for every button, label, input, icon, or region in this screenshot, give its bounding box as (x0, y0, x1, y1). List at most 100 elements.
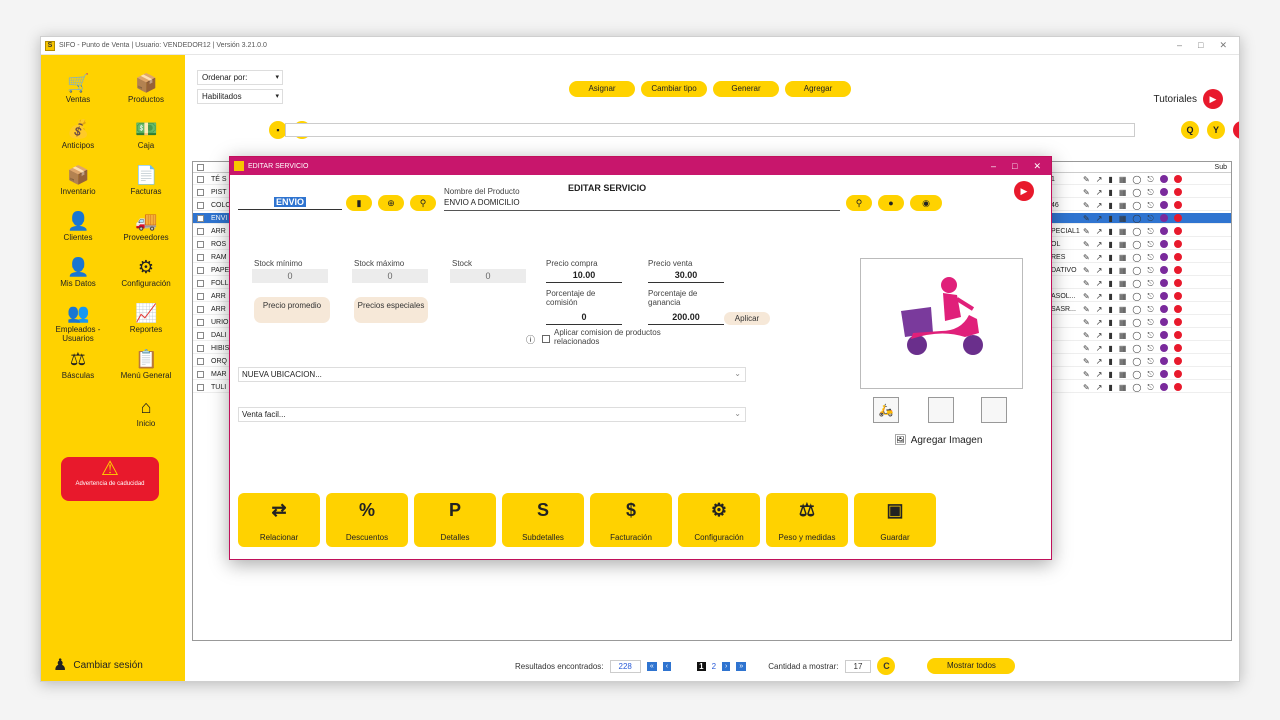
zoom-icon[interactable]: ⚲ (410, 195, 436, 211)
row-checkbox[interactable] (197, 202, 204, 209)
first-page-button[interactable]: « (646, 661, 657, 671)
sidebar-item-proveedores[interactable]: 🚚 Proveedores (113, 207, 179, 251)
row-checkbox[interactable] (197, 345, 204, 352)
sidebar-item-inventario[interactable]: 📦 Inventario (45, 161, 111, 205)
sidebar-item-configuracion[interactable]: ⚙ Configuración (113, 253, 179, 297)
status-icon[interactable] (1173, 344, 1182, 352)
image-thumbnail-2[interactable] (928, 397, 954, 423)
change-type-button[interactable]: Cambiar tipo (641, 81, 707, 97)
row-checkbox[interactable] (197, 384, 204, 391)
details-icon[interactable] (1159, 214, 1168, 222)
quantity-input[interactable]: 17 (844, 659, 872, 673)
details-icon[interactable] (1159, 344, 1168, 352)
sell-price-input[interactable]: 30.00 (648, 270, 724, 283)
details-icon[interactable] (1159, 188, 1168, 196)
last-page-button[interactable]: » (736, 661, 747, 671)
status-icon[interactable] (1173, 227, 1182, 235)
row-checkbox[interactable] (197, 228, 204, 235)
status-icon[interactable] (1173, 292, 1182, 300)
details-icon[interactable] (1159, 305, 1168, 313)
buy-price-input[interactable]: 10.00 (546, 270, 622, 283)
barcode-icon[interactable]: ▮ (346, 195, 372, 211)
page-2[interactable]: 2 (712, 662, 716, 671)
next-page-button[interactable]: › (722, 661, 731, 671)
details-icon[interactable] (1159, 383, 1168, 391)
sidebar-item-facturas[interactable]: 📄 Facturas (113, 161, 179, 205)
search-icon[interactable]: Q (1181, 121, 1199, 139)
add-button[interactable]: Agregar (785, 81, 851, 97)
guardar-button[interactable]: ▣ Guardar (854, 493, 936, 547)
filter-icon[interactable]: Y (1207, 121, 1225, 139)
minimize-icon[interactable]: – (1177, 40, 1182, 51)
row-checkbox[interactable] (197, 371, 204, 378)
status-icon[interactable] (1173, 175, 1182, 183)
row-actions[interactable]: ✎ ↗ ▮ ▦ ◯ ⎋ (1083, 213, 1182, 224)
row-checkbox[interactable] (197, 332, 204, 339)
expiry-warning-button[interactable]: ⚠ Advertencia de caducidad (61, 457, 159, 501)
row-actions[interactable]: ✎ ↗ ▮ ▦ ◯ ⎋ (1083, 369, 1182, 380)
facturaci-n-button[interactable]: $ Facturación (590, 493, 672, 547)
row-actions[interactable]: ✎ ↗ ▮ ▦ ◯ ⎋ (1083, 317, 1182, 328)
status-icon[interactable] (1173, 214, 1182, 222)
row-actions[interactable]: ✎ ↗ ▮ ▦ ◯ ⎋ (1083, 278, 1182, 289)
stock-max-input[interactable]: 0 (352, 269, 428, 283)
status-icon[interactable] (1173, 370, 1182, 378)
row-actions[interactable]: ✎ ↗ ▮ ▦ ◯ ⎋ (1083, 174, 1182, 185)
tutorials-link[interactable]: Tutoriales ▶ (1153, 89, 1223, 109)
row-checkbox[interactable] (197, 319, 204, 326)
status-icon[interactable] (1173, 188, 1182, 196)
row-actions[interactable]: ✎ ↗ ▮ ▦ ◯ ⎋ (1083, 226, 1182, 237)
status-icon[interactable] (1173, 201, 1182, 209)
product-name-input[interactable]: ENVIO A DOMICILIO (444, 198, 840, 211)
row-checkbox[interactable] (197, 306, 204, 313)
close-icon[interactable]: ✕ (1219, 40, 1227, 51)
row-actions[interactable]: ✎ ↗ ▮ ▦ ◯ ⎋ (1083, 265, 1182, 276)
row-checkbox[interactable] (197, 189, 204, 196)
product-code-field[interactable]: ENVIO (238, 197, 342, 210)
row-checkbox[interactable] (197, 241, 204, 248)
sale-type-select[interactable]: Venta facil... ⌄ (238, 407, 746, 422)
maximize-icon[interactable]: □ (1198, 40, 1203, 51)
profit-input[interactable]: 200.00 (648, 312, 724, 325)
close-icon[interactable]: ✕ (1033, 161, 1041, 172)
search-icon[interactable]: ⚲ (846, 195, 872, 211)
row-checkbox[interactable] (197, 215, 204, 222)
change-session-button[interactable]: ♟ Cambiar sesión (53, 655, 143, 675)
details-icon[interactable] (1159, 357, 1168, 365)
row-actions[interactable]: ✎ ↗ ▮ ▦ ◯ ⎋ (1083, 200, 1182, 211)
row-checkbox[interactable] (197, 293, 204, 300)
subdetalles-button[interactable]: S Subdetalles (502, 493, 584, 547)
sidebar-item-inicio[interactable]: ⌂ Inicio (113, 393, 179, 437)
assign-button[interactable]: Asignar (569, 81, 635, 97)
row-checkbox[interactable] (197, 254, 204, 261)
filter-select[interactable]: Habilitados ▾ (197, 89, 283, 104)
sidebar-item-caja[interactable]: 💵 Caja (113, 115, 179, 159)
status-icon[interactable] (1173, 266, 1182, 274)
details-icon[interactable] (1159, 279, 1168, 287)
sidebar-item-ventas[interactable]: 🛒 Ventas (45, 69, 111, 113)
select-all-checkbox[interactable] (197, 164, 204, 171)
configuraci-n-button[interactable]: ⚙ Configuración (678, 493, 760, 547)
sidebar-item-menu-general[interactable]: 📋 Menú General (113, 345, 179, 389)
row-actions[interactable]: ✎ ↗ ▮ ▦ ◯ ⎋ (1083, 304, 1182, 315)
show-all-button[interactable]: Mostrar todos (927, 658, 1016, 674)
row-actions[interactable]: ✎ ↗ ▮ ▦ ◯ ⎋ (1083, 187, 1182, 198)
apply-button[interactable]: Aplicar (724, 312, 770, 325)
average-price-button[interactable]: Precio promedio (254, 297, 330, 323)
details-icon[interactable] (1159, 292, 1168, 300)
sidebar-item-clientes[interactable]: 👤 Clientes (45, 207, 111, 251)
sidebar-item-mis-datos[interactable]: 👤 Mis Datos (45, 253, 111, 297)
status-icon[interactable] (1173, 279, 1182, 287)
row-actions[interactable]: ✎ ↗ ▮ ▦ ◯ ⎋ (1083, 291, 1182, 302)
details-icon[interactable] (1159, 253, 1168, 261)
special-prices-button[interactable]: Precios especiales (354, 297, 428, 323)
row-actions[interactable]: ✎ ↗ ▮ ▦ ◯ ⎋ (1083, 330, 1182, 341)
page-1[interactable]: 1 (697, 661, 706, 671)
eye-icon[interactable]: ◉ (910, 195, 942, 211)
prev-page-button[interactable]: ‹ (662, 661, 672, 671)
row-actions[interactable]: ✎ ↗ ▮ ▦ ◯ ⎋ (1083, 356, 1182, 367)
refresh-icon[interactable]: C (877, 657, 896, 675)
sidebar-item-anticipos[interactable]: 💰 Anticipos (45, 115, 111, 159)
details-icon[interactable] (1159, 318, 1168, 326)
row-actions[interactable]: ✎ ↗ ▮ ▦ ◯ ⎋ (1083, 239, 1182, 250)
